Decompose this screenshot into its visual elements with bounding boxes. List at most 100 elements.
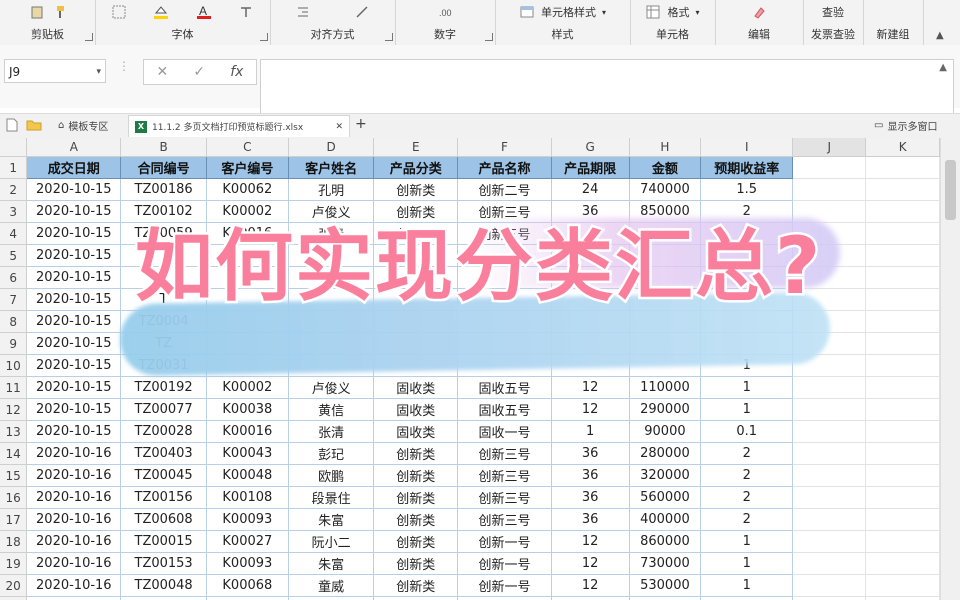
empty-cell[interactable] (865, 200, 940, 223)
row-header[interactable]: 6 (0, 266, 28, 289)
empty-cell[interactable] (865, 464, 940, 487)
data-cell[interactable]: 2020-10-15 (26, 420, 122, 443)
empty-cell[interactable] (865, 420, 940, 443)
row-header[interactable]: 19 (0, 552, 28, 575)
drag-handle-icon[interactable]: ⋮ (118, 59, 130, 73)
data-cell[interactable]: 110000 (629, 376, 702, 399)
data-cell[interactable]: 320000 (629, 464, 702, 487)
new-doc-icon[interactable] (6, 118, 18, 132)
data-cell[interactable]: TZ00015 (120, 530, 207, 553)
data-cell[interactable]: 12 (551, 398, 630, 421)
column-header-e[interactable]: E (373, 138, 459, 157)
data-cell[interactable]: TZ00102 (120, 200, 207, 223)
column-header-f[interactable]: F (457, 138, 552, 157)
data-cell[interactable]: TZ00156 (120, 486, 207, 509)
show-multi-window-button[interactable]: ▭ 显示多窗口 (874, 118, 937, 133)
header-cell[interactable]: 客户姓名 (287, 156, 375, 179)
tab-template-area[interactable]: ⌂ 模板专区 (58, 118, 108, 133)
close-icon[interactable]: ✕ (335, 122, 343, 132)
data-cell[interactable]: 36 (551, 464, 630, 487)
data-cell[interactable]: K00048 (206, 464, 289, 487)
data-cell[interactable]: 固收三号 (457, 596, 552, 600)
row-header[interactable]: 9 (0, 332, 28, 355)
data-cell[interactable]: 创新三号 (457, 442, 552, 465)
data-cell[interactable]: 黄信 (288, 398, 375, 421)
empty-cell[interactable] (792, 398, 867, 421)
data-cell[interactable]: 固收五号 (457, 376, 552, 399)
column-header-j[interactable]: J (792, 138, 867, 157)
data-cell[interactable]: 创新三号 (457, 464, 552, 487)
add-tab-icon[interactable]: + (355, 116, 367, 132)
data-cell[interactable]: 创新类 (373, 574, 459, 597)
data-cell[interactable]: 1 (551, 420, 630, 443)
format-button[interactable]: 格式 (667, 4, 689, 20)
data-cell[interactable]: 2 (700, 486, 794, 509)
data-cell[interactable]: 1 (700, 376, 794, 399)
data-cell[interactable]: TZ00608 (120, 508, 207, 531)
empty-cell[interactable] (792, 156, 867, 179)
data-cell[interactable]: 创新类 (373, 508, 459, 531)
data-cell[interactable]: 12 (551, 530, 630, 553)
empty-cell[interactable] (865, 332, 940, 355)
paste-icon[interactable] (29, 4, 45, 20)
data-cell[interactable]: K00002 (206, 200, 289, 223)
font-launcher-icon[interactable] (260, 33, 268, 41)
column-header-h[interactable]: H (629, 138, 702, 157)
empty-cell[interactable] (865, 530, 940, 553)
data-cell[interactable]: 汤隆 (288, 596, 375, 600)
data-cell[interactable]: 固收类 (373, 596, 459, 600)
number-launcher-icon[interactable] (485, 33, 493, 41)
data-cell[interactable]: 创新类 (373, 464, 459, 487)
data-cell[interactable]: 固收类 (373, 376, 459, 399)
data-cell[interactable]: 36 (551, 486, 630, 509)
column-header-g[interactable]: G (551, 138, 630, 157)
header-cell[interactable]: 金额 (628, 156, 702, 179)
data-cell[interactable]: TZ00192 (120, 376, 207, 399)
data-cell[interactable]: 2020-10-16 (26, 552, 122, 575)
empty-cell[interactable] (865, 354, 940, 377)
data-cell[interactable]: 创新类 (373, 200, 459, 223)
select-all-corner[interactable] (0, 138, 28, 157)
data-cell[interactable]: 阮小二 (288, 530, 375, 553)
header-cell[interactable]: 产品名称 (457, 156, 552, 179)
data-cell[interactable]: 固收一号 (457, 420, 552, 443)
data-cell[interactable]: TZ00045 (120, 464, 207, 487)
data-cell[interactable]: 730000 (629, 552, 702, 575)
number-format-icon[interactable]: .00 (437, 4, 453, 20)
data-cell[interactable]: K00027 (206, 530, 289, 553)
row-header[interactable]: 7 (0, 288, 28, 311)
empty-cell[interactable] (792, 420, 867, 443)
data-cell[interactable]: 560000 (629, 486, 702, 509)
cancel-icon[interactable]: ✕ (157, 64, 169, 80)
empty-cell[interactable] (865, 508, 940, 531)
data-cell[interactable]: 400000 (629, 508, 702, 531)
alignment-launcher-icon[interactable] (385, 33, 393, 41)
empty-cell[interactable] (792, 552, 867, 575)
data-cell[interactable]: 彭玘 (288, 442, 375, 465)
data-cell[interactable]: 860000 (629, 530, 702, 553)
vertical-scrollbar[interactable] (940, 138, 960, 600)
header-cell[interactable]: 产品分类 (373, 156, 459, 179)
chevron-down-icon[interactable]: ▾ (96, 60, 101, 84)
data-cell[interactable]: 创新类 (373, 530, 459, 553)
data-cell[interactable]: K00016 (206, 420, 289, 443)
data-cell[interactable]: 创新一号 (457, 530, 552, 553)
data-cell[interactable]: 2020-10-15 (26, 398, 122, 421)
empty-cell[interactable] (865, 178, 940, 201)
data-cell[interactable]: 90000 (629, 420, 702, 443)
tab-active-file[interactable]: X 11.1.2 多页文档打印预览标题行.xlsx ✕ (128, 115, 350, 137)
data-cell[interactable]: 2020-10-15 (26, 266, 122, 289)
data-cell[interactable]: K00093 (206, 508, 289, 531)
data-cell[interactable]: 朱富 (288, 552, 375, 575)
header-cell[interactable]: 预期收益率 (700, 156, 794, 179)
data-cell[interactable]: 1 (700, 574, 794, 597)
data-cell[interactable]: 1 (700, 398, 794, 421)
data-cell[interactable]: TZ00048 (120, 574, 207, 597)
data-cell[interactable]: K00002 (206, 376, 289, 399)
column-header-d[interactable]: D (288, 138, 375, 157)
data-cell[interactable]: 1 (700, 552, 794, 575)
column-header-a[interactable]: A (26, 138, 122, 157)
data-cell[interactable]: 0.1 (700, 420, 794, 443)
data-cell[interactable]: TZ00403 (120, 442, 207, 465)
empty-cell[interactable] (865, 574, 940, 597)
